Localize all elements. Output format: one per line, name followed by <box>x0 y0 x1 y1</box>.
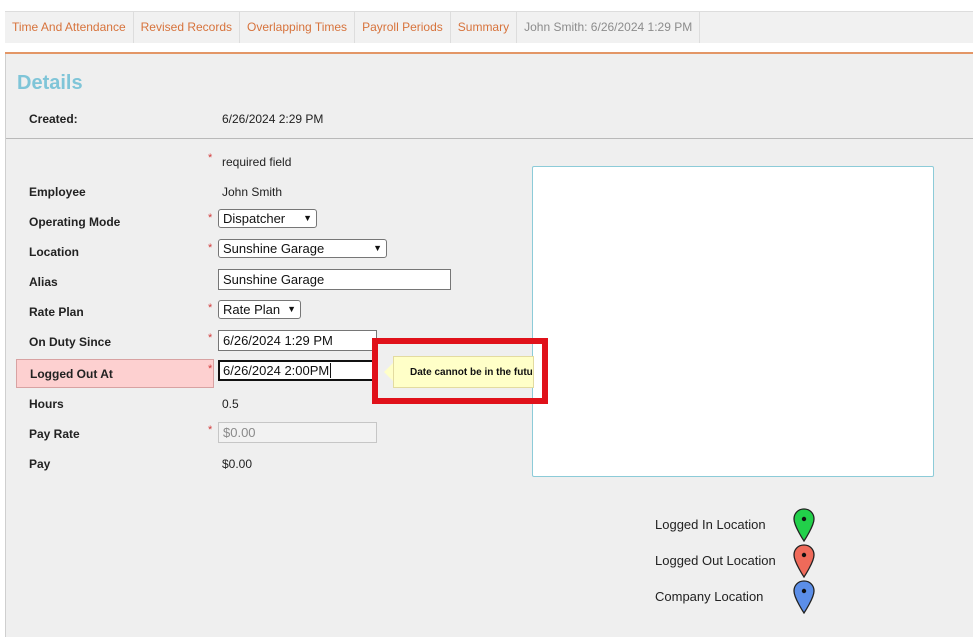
text-cursor <box>330 363 332 378</box>
employee-label: Employee <box>29 185 86 199</box>
alias-label: Alias <box>29 275 58 289</box>
location-map[interactable] <box>532 166 934 477</box>
logged-out-at-label: Logged Out At <box>30 367 113 381</box>
required-marker: * <box>208 332 213 344</box>
hours-label: Hours <box>29 397 64 411</box>
rate-plan-select[interactable]: Rate Plan ▼ <box>218 300 301 319</box>
tab-payroll-periods[interactable]: Payroll Periods <box>355 12 451 43</box>
pay-rate-input: $0.00 <box>218 422 377 443</box>
created-value: 6/26/2024 2:29 PM <box>222 112 324 126</box>
chevron-down-icon: ▼ <box>373 243 382 253</box>
logged-out-at-value: 6/26/2024 2:00PM <box>223 363 330 378</box>
tab-bar: Time And Attendance Revised Records Over… <box>5 11 973 43</box>
required-field-note: required field <box>222 155 292 169</box>
page-title: Details <box>17 72 83 94</box>
location-selected: Sunshine Garage <box>223 241 325 256</box>
divider <box>6 138 973 139</box>
chevron-down-icon: ▼ <box>287 304 296 314</box>
pay-label: Pay <box>29 457 51 471</box>
employee-value: John Smith <box>222 185 283 199</box>
operating-mode-label: Operating Mode <box>29 215 121 229</box>
legend-company-label: Company Location <box>655 589 764 604</box>
logged-out-at-error-row: Logged Out At <box>16 359 214 388</box>
on-duty-since-input[interactable]: 6/26/2024 1:29 PM <box>218 330 377 351</box>
pay-rate-label: Pay Rate <box>29 427 80 441</box>
alias-input[interactable]: Sunshine Garage <box>218 269 451 290</box>
tab-revised-records[interactable]: Revised Records <box>134 12 241 43</box>
legend-logged-in-label: Logged In Location <box>655 517 766 532</box>
location-label: Location <box>29 245 79 259</box>
highlight-box <box>372 338 548 404</box>
required-marker: * <box>208 152 213 164</box>
required-marker: * <box>208 242 213 254</box>
legend-logged-out-label: Logged Out Location <box>655 553 776 568</box>
required-marker: * <box>208 302 213 314</box>
logged-out-at-input[interactable]: 6/26/2024 2:00PM <box>218 360 378 381</box>
tab-time-and-attendance[interactable]: Time And Attendance <box>5 12 134 43</box>
blue-map-pin-icon <box>793 580 815 614</box>
tab-summary[interactable]: Summary <box>451 12 518 43</box>
green-map-pin-icon <box>793 508 815 542</box>
created-label: Created: <box>29 112 78 126</box>
required-marker: * <box>208 212 213 224</box>
chevron-down-icon: ▼ <box>303 213 312 223</box>
rate-plan-label: Rate Plan <box>29 305 84 319</box>
rate-plan-selected: Rate Plan <box>223 302 281 317</box>
tab-current-record: John Smith: 6/26/2024 1:29 PM <box>517 12 701 43</box>
required-marker: * <box>208 424 213 436</box>
operating-mode-selected: Dispatcher <box>223 211 286 226</box>
tab-overlapping-times[interactable]: Overlapping Times <box>240 12 356 43</box>
operating-mode-select[interactable]: Dispatcher ▼ <box>218 209 317 228</box>
location-select[interactable]: Sunshine Garage ▼ <box>218 239 387 258</box>
red-map-pin-icon <box>793 544 815 578</box>
hours-value: 0.5 <box>222 397 239 411</box>
required-marker: * <box>208 363 213 375</box>
on-duty-since-label: On Duty Since <box>29 335 112 349</box>
tab-bar-filler <box>700 12 973 43</box>
pay-value: $0.00 <box>222 457 253 471</box>
